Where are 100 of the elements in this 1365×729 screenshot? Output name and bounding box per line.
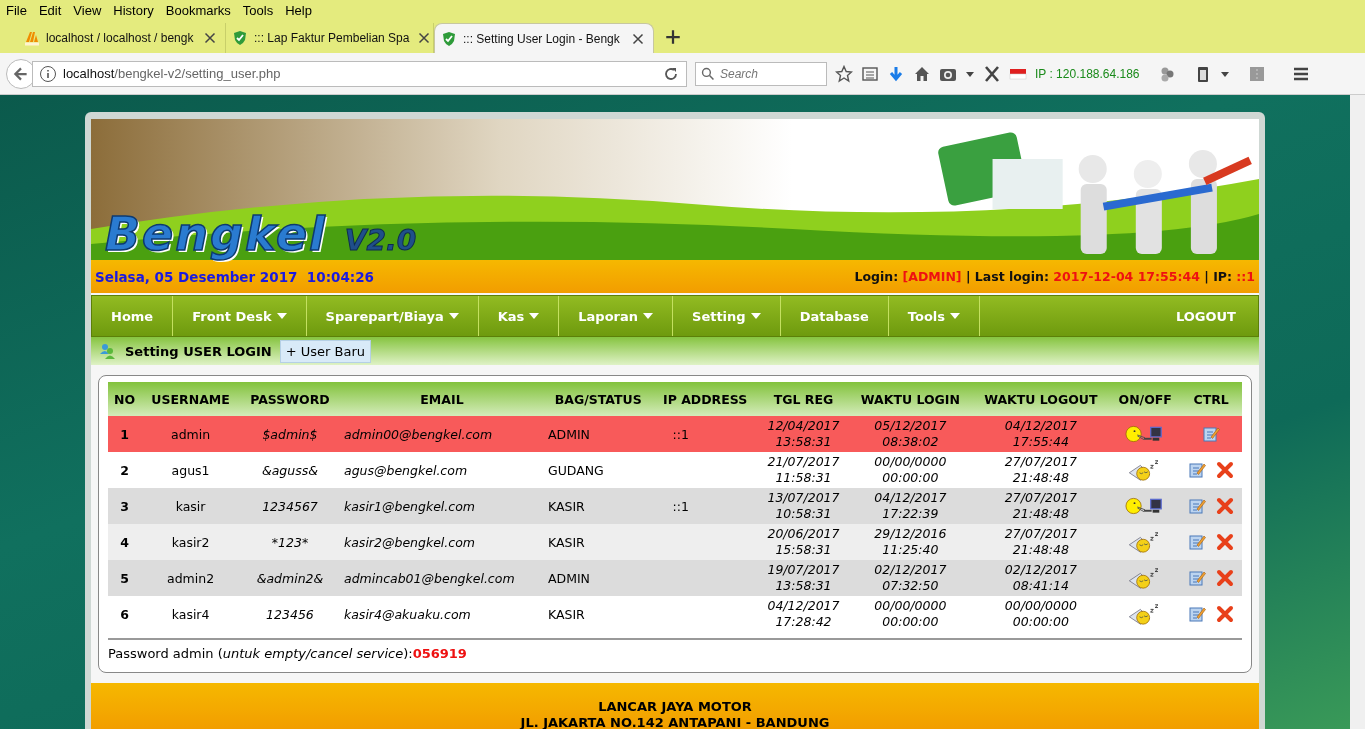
column-header: CTRL <box>1180 382 1242 416</box>
menu-item[interactable]: Edit <box>34 2 68 18</box>
table-cell: kasir <box>141 488 240 524</box>
table-cell: ::1 <box>672 498 689 514</box>
menu-item[interactable]: File <box>2 2 33 18</box>
edit-icon[interactable] <box>1188 497 1207 515</box>
menu-item[interactable]: Help <box>281 2 318 18</box>
column-header: NO <box>108 382 142 416</box>
table-cell: 4 <box>108 524 142 560</box>
menu-item[interactable]: View <box>69 2 108 18</box>
edit-icon[interactable] <box>1188 533 1207 551</box>
table-cell: 13/07/2017 10:58:31 <box>757 488 850 524</box>
table-cell: 20/06/2017 15:58:31 <box>757 524 850 560</box>
admin-code: 056919 <box>412 646 467 661</box>
info-icon[interactable] <box>39 64 57 83</box>
url-field[interactable]: localhost/bengkel-v2/setting_user.php <box>32 60 687 87</box>
admin-password-note: Password admin (untuk empty/cancel service): <box>108 646 413 661</box>
table-cell: 1234567 <box>239 488 340 524</box>
table-cell: 00/00/0000 00:00:00 <box>849 452 972 488</box>
column-header: ON/OFF <box>1110 382 1181 416</box>
table-cell: 02/12/2017 08:41:14 <box>971 560 1111 596</box>
table-cell: GUDANG <box>543 452 653 488</box>
delete-icon[interactable] <box>1216 461 1235 479</box>
caret-icon <box>276 313 287 319</box>
table-cell: 21/07/2017 11:58:31 <box>757 452 850 488</box>
menu-item[interactable]: Bookmarks <box>161 2 237 18</box>
table-cell: admin00@bengkel.com <box>339 416 544 452</box>
new-tab-icon[interactable] <box>664 28 682 46</box>
table-cell: 6 <box>108 596 142 632</box>
x-icon[interactable] <box>983 64 1001 83</box>
edit-icon[interactable] <box>1188 569 1207 587</box>
download-icon[interactable] <box>887 64 905 83</box>
column-header: WAKTU LOGOUT <box>971 382 1111 416</box>
table-cell: 1 <box>108 416 142 452</box>
logo-version: V2.0 <box>344 224 417 257</box>
table-cell: 02/12/2017 07:32:50 <box>849 560 972 596</box>
table-cell: 04/12/2017 17:22:39 <box>849 488 972 524</box>
table-cell: kasir1@bengkel.com <box>339 488 544 524</box>
square-icon[interactable] <box>1247 64 1266 83</box>
table-cell: ADMIN <box>543 416 653 452</box>
caret-icon <box>448 313 459 319</box>
table-cell: 27/07/2017 21:48:48 <box>971 452 1111 488</box>
date-time: Selasa, 05 Desember 2017 10:04:26 <box>95 268 375 285</box>
menu-item[interactable]: Tools <box>238 2 280 18</box>
column-header: USERNAME <box>141 382 240 416</box>
home-icon[interactable] <box>913 64 931 83</box>
table-cell: kasir2 <box>141 524 240 560</box>
star-icon[interactable] <box>835 64 853 83</box>
table-cell: 5 <box>108 560 142 596</box>
delete-icon[interactable] <box>1216 497 1235 515</box>
table-cell: kasir2@bengkel.com <box>339 524 544 560</box>
table-cell: 27/07/2017 21:48:48 <box>971 524 1111 560</box>
delete-icon[interactable] <box>1216 605 1235 623</box>
caret-icon <box>643 313 653 319</box>
tab-favicon-icon <box>24 30 40 46</box>
table-cell: 19/07/2017 13:58:31 <box>757 560 850 596</box>
edit-icon[interactable] <box>1202 425 1221 443</box>
table-cell: &aguss& <box>239 452 340 488</box>
shield-icon <box>232 30 248 46</box>
table-cell: ADMIN <box>543 560 653 596</box>
table-cell: agus1 <box>141 452 240 488</box>
login-info: Login: [ADMIN] | Last login: 2017-12-04 17:55:44 | IP: ::1 <box>854 269 1255 284</box>
caret-icon <box>950 313 961 319</box>
caret-icon <box>529 313 540 319</box>
table-cell: admincab01@bengkel.com <box>339 560 544 596</box>
list-icon[interactable] <box>861 64 879 83</box>
table-cell: KASIR <box>543 488 653 524</box>
search-field[interactable]: Search <box>695 61 827 86</box>
table-cell: &admin2& <box>239 560 340 596</box>
new-user-button[interactable]: + User Baru <box>279 339 371 363</box>
column-header: EMAIL <box>339 382 544 416</box>
table-cell: admin <box>141 416 240 452</box>
table-cell: 05/12/2017 08:38:02 <box>849 416 972 452</box>
delete-icon[interactable] <box>1216 533 1235 551</box>
ip-address: IP : 120.188.64.186 <box>1035 66 1140 81</box>
table-cell: 123456 <box>239 596 340 632</box>
edit-icon[interactable] <box>1188 605 1207 623</box>
table-cell: ::1 <box>672 426 689 442</box>
browser-tab[interactable]: ::: Setting User Login - Bengk <box>434 23 654 53</box>
table-cell: 3 <box>108 488 142 524</box>
footer-text: LANCAR JAYA MOTOR <box>598 699 752 714</box>
search-icon <box>701 66 715 81</box>
edit-icon[interactable] <box>1188 461 1207 479</box>
table-cell: 12/04/2017 13:58:31 <box>757 416 850 452</box>
table-cell: 00/00/0000 00:00:00 <box>971 596 1111 632</box>
table-cell: KASIR <box>543 596 653 632</box>
table-cell: KASIR <box>543 524 653 560</box>
shield-icon <box>441 30 457 47</box>
scrollbar[interactable] <box>1350 95 1365 729</box>
delete-icon[interactable] <box>1216 569 1235 587</box>
section-title: Setting USER LOGIN <box>125 343 272 359</box>
table-cell: kasir4@akuaku.com <box>339 596 544 632</box>
table-cell: *123* <box>239 524 340 560</box>
menu-item[interactable]: History <box>109 2 160 18</box>
column-header: PASSWORD <box>239 382 340 416</box>
table-cell: 29/12/2016 11:25:40 <box>849 524 972 560</box>
table-cell: $admin$ <box>239 416 340 452</box>
table-cell: 04/12/2017 17:55:44 <box>971 416 1111 452</box>
table-cell: 2 <box>108 452 142 488</box>
table-cell: 27/07/2017 21:48:48 <box>971 488 1111 524</box>
